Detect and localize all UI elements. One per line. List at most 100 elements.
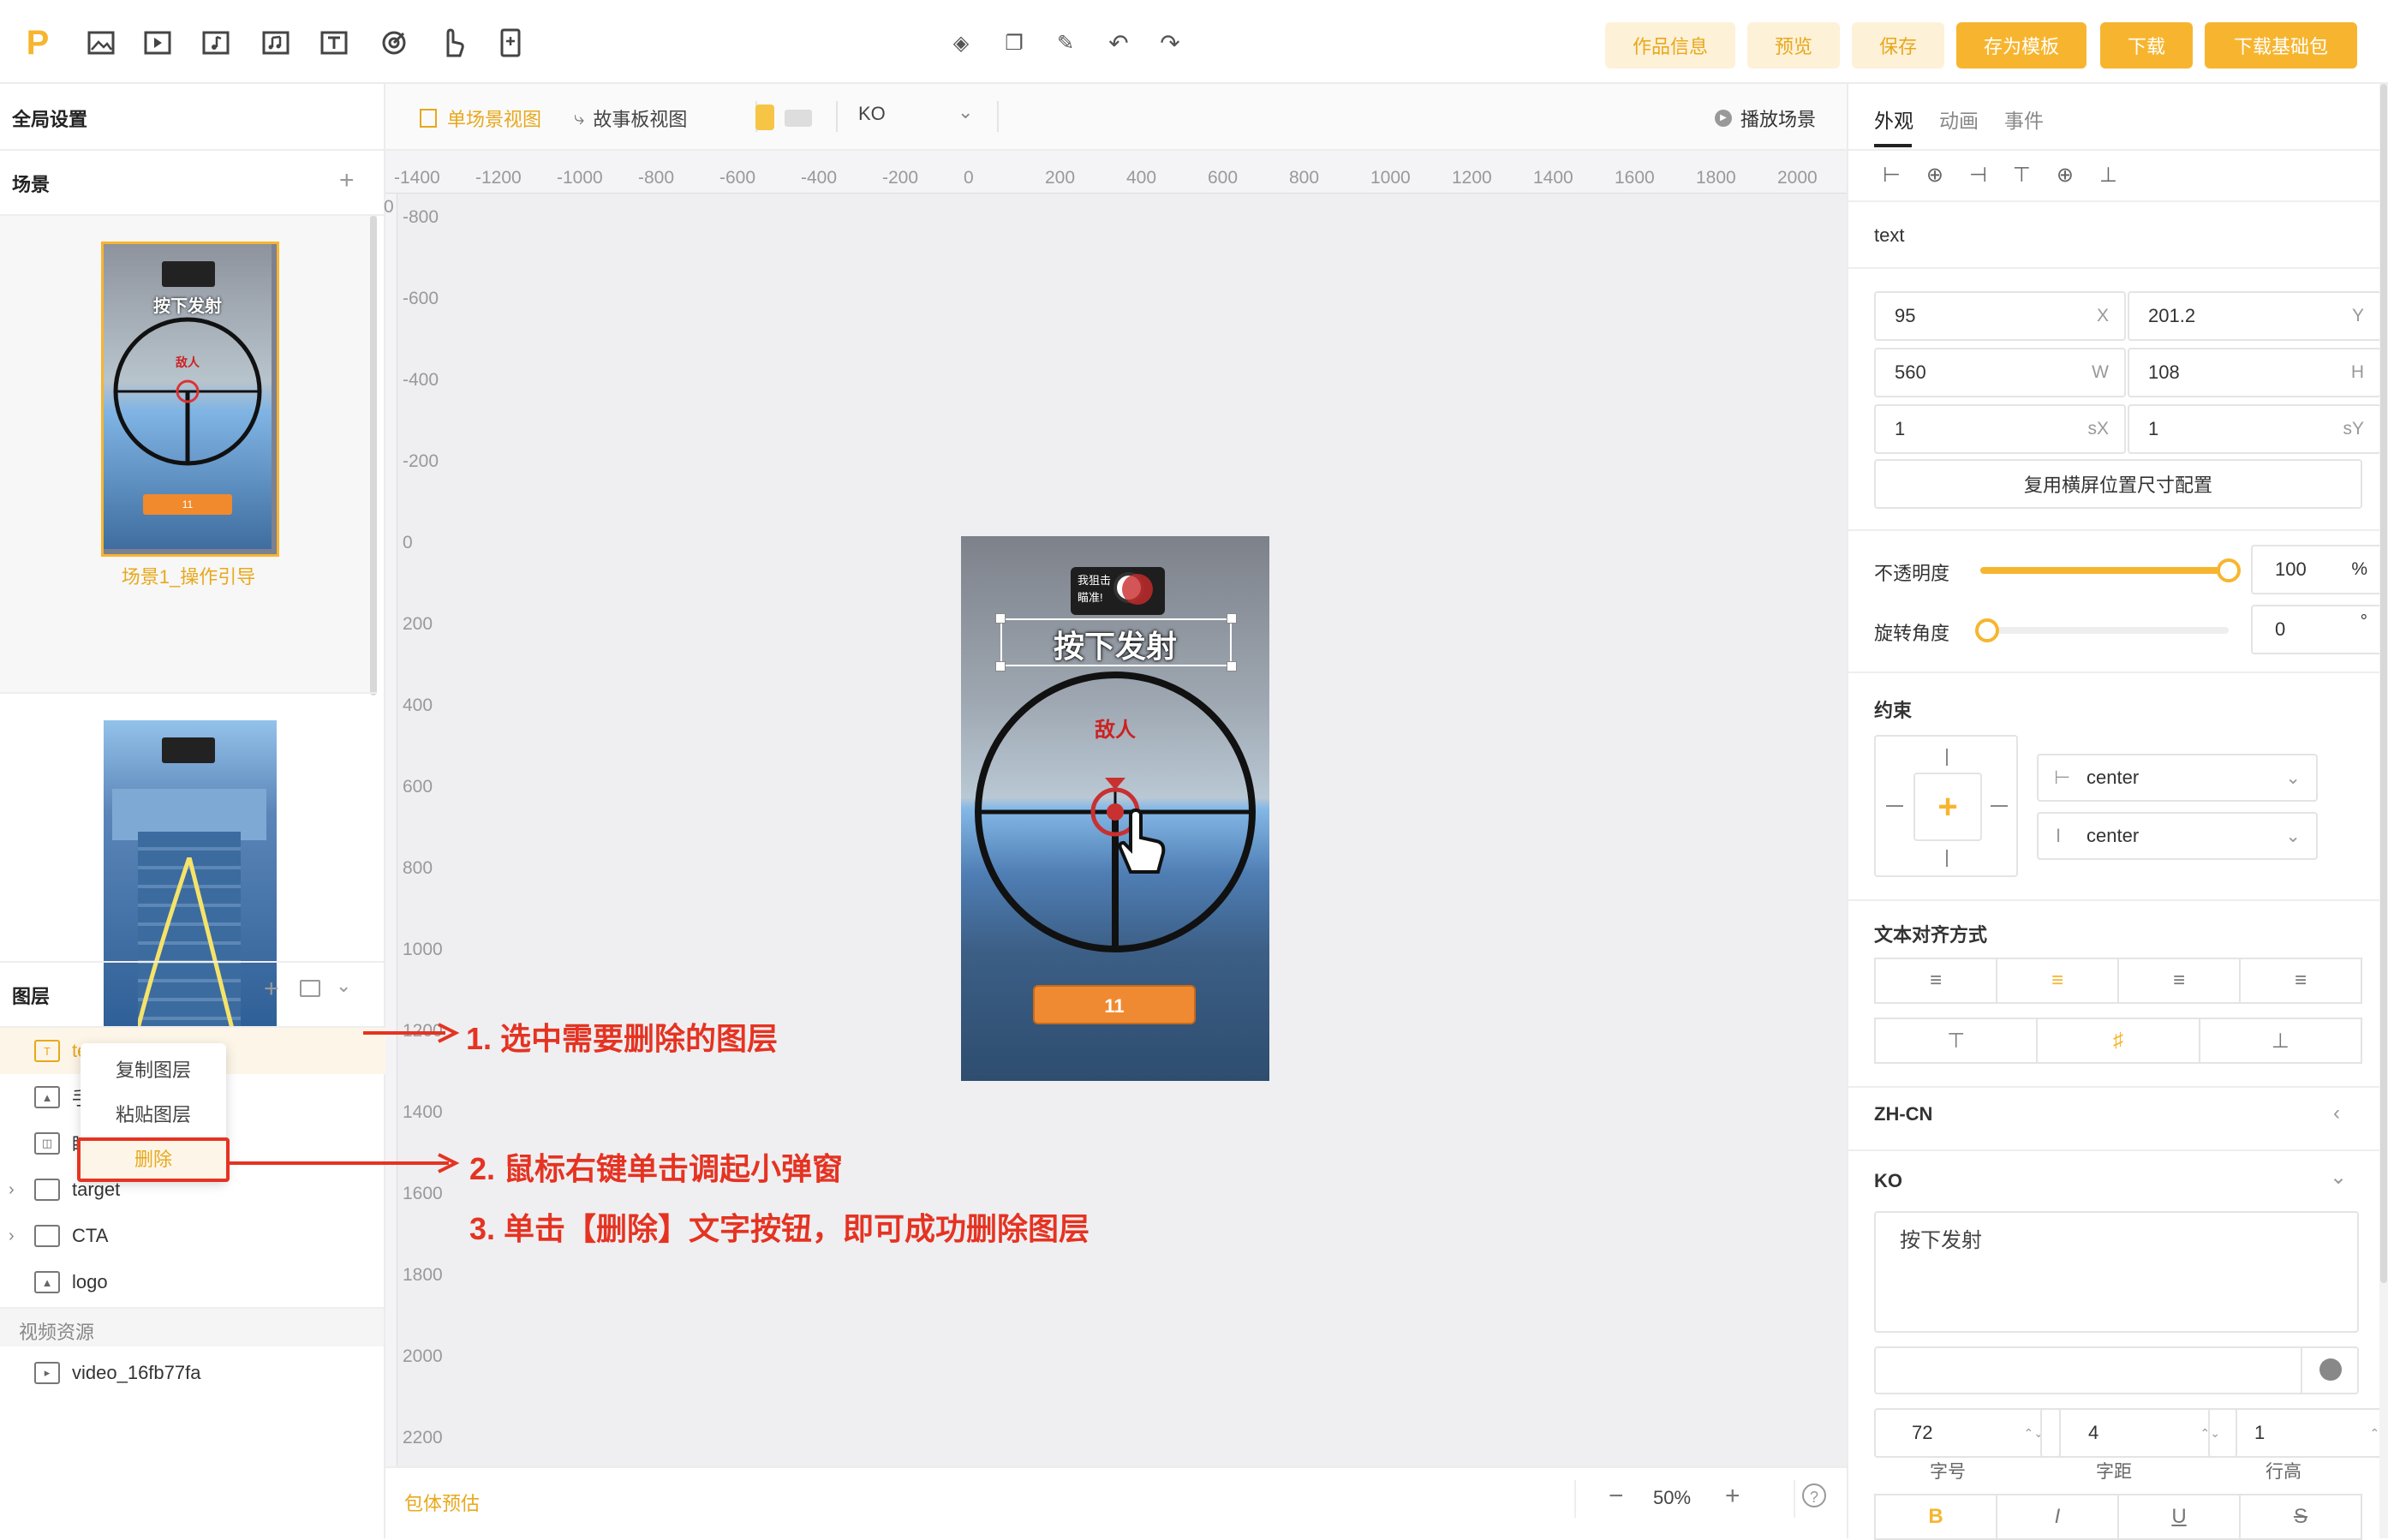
language-select[interactable]: KO ⌄ <box>858 101 1004 130</box>
rotation-slider[interactable] <box>1975 618 2229 642</box>
video-icon[interactable] <box>139 24 176 62</box>
x-input[interactable]: 95 X <box>1874 291 2126 341</box>
tab-appearance[interactable]: 外观 <box>1874 104 1913 134</box>
strike-button[interactable]: S <box>2241 1495 2361 1538</box>
opacity-input[interactable]: 100% <box>2251 545 2385 594</box>
chevron-down-icon[interactable]: ⌄ <box>2330 1165 2347 1190</box>
phone-icon[interactable] <box>492 24 529 62</box>
redo-icon[interactable]: ↷ <box>1151 24 1189 62</box>
constraint-v-select[interactable]: I center ⌄ <box>2037 812 2318 860</box>
music-icon[interactable] <box>257 24 295 62</box>
font-size-input[interactable]: 72 ⌃⌄ <box>1874 1408 2061 1458</box>
align-center-h-icon[interactable]: ⊕ <box>1926 164 1969 187</box>
align-right-icon[interactable]: ⊣ <box>1969 164 2013 187</box>
single-scene-view-tab[interactable]: 单场景视图 <box>420 104 541 132</box>
lang-zh-header[interactable]: ZH-CN <box>1874 1103 1932 1125</box>
reuse-landscape-button[interactable]: 复用横屏位置尺寸配置 <box>1874 459 2362 509</box>
copy-layer-item[interactable]: 复制图层 <box>81 1052 226 1089</box>
chevron-down-icon[interactable]: ⌄ <box>336 975 351 997</box>
copy-icon[interactable]: ❐ <box>995 24 1033 62</box>
align-top-icon[interactable]: ⊤ <box>2013 164 2057 187</box>
expand-icon[interactable]: › <box>9 1227 26 1246</box>
constraint-top-icon[interactable] <box>1946 749 1948 766</box>
portrait-toggle[interactable] <box>755 104 774 130</box>
opacity-slider[interactable] <box>1980 558 2241 582</box>
sx-input[interactable]: 1 sX <box>1874 404 2126 454</box>
text-content-textarea[interactable]: 按下发射 <box>1874 1211 2359 1333</box>
delete-layer-item[interactable]: 删除 <box>77 1137 230 1182</box>
text-align-center-icon[interactable]: ≡ <box>1997 959 2119 1002</box>
layer-row-logo[interactable]: ▲ logo <box>0 1259 418 1305</box>
stage-banner-text[interactable]: 按下发射 <box>961 622 1269 666</box>
stage-cta-button[interactable]: 11 <box>1033 985 1196 1024</box>
folder-icon[interactable] <box>300 980 320 997</box>
underline-button[interactable]: U <box>2119 1495 2241 1538</box>
sy-input[interactable]: 1 sY <box>2128 404 2381 454</box>
save-template-button[interactable]: 存为模板 <box>1956 22 2087 69</box>
target-icon[interactable] <box>375 24 413 62</box>
help-icon[interactable]: ? <box>1802 1483 1826 1507</box>
opacity-slider-thumb[interactable] <box>2217 558 2241 582</box>
tab-animation[interactable]: 动画 <box>1939 104 1979 134</box>
preview-button[interactable]: 预览 <box>1747 22 1840 69</box>
italic-button[interactable]: I <box>1997 1495 2119 1538</box>
stage-enemy-text[interactable]: 敌人 <box>961 713 1269 743</box>
text-align-left-icon[interactable]: ≡ <box>1876 959 1997 1002</box>
layer-row-cta[interactable]: › CTA <box>0 1213 392 1259</box>
w-input[interactable]: 560 W <box>1874 348 2126 397</box>
scrollbar-thumb[interactable] <box>2380 84 2387 1283</box>
rotation-input[interactable]: 0 ° <box>2251 605 2385 654</box>
align-bottom-icon[interactable]: ⊥ <box>2099 164 2143 187</box>
play-scene-button[interactable]: ▶ 播放场景 <box>1715 104 1816 132</box>
video-item[interactable]: ▸ video_16fb77fa <box>0 1350 418 1396</box>
storyboard-view-tab[interactable]: ⤷ 故事板视图 <box>574 104 687 132</box>
tag-icon[interactable]: ✎ <box>1047 24 1084 62</box>
lang-ko-header[interactable]: KO <box>1874 1170 1902 1192</box>
line-height-input[interactable]: 1⌃⌄ <box>2208 1408 2388 1458</box>
chevron-left-icon[interactable]: ‹ <box>2333 1101 2340 1125</box>
global-settings-title[interactable]: 全局设置 <box>12 104 87 132</box>
scene-thumbnail-2[interactable] <box>101 718 279 1033</box>
layers-icon[interactable]: ◈ <box>942 24 980 62</box>
add-layer-icon[interactable]: + <box>264 975 279 1004</box>
rotation-slider-thumb[interactable] <box>1975 618 1999 642</box>
zoom-in-button[interactable]: + <box>1725 1482 1740 1511</box>
download-base-button[interactable]: 下载基础包 <box>2205 22 2357 69</box>
tab-events[interactable]: 事件 <box>2004 104 2044 134</box>
scrollbar-thumb[interactable] <box>370 216 377 695</box>
constraint-h-select[interactable]: ⊢ center ⌄ <box>2037 754 2318 802</box>
package-estimate-link[interactable]: 包体预估 <box>404 1489 480 1516</box>
text-valign-middle-icon[interactable]: ♯ <box>2038 1019 2200 1062</box>
stage-phone[interactable]: 我狙击 瞄准! 按下发射 敌人 11 <box>961 536 1269 1081</box>
paste-layer-item[interactable]: 粘贴图层 <box>81 1096 226 1134</box>
text-align-justify-icon[interactable]: ≡ <box>2241 959 2361 1002</box>
download-button[interactable]: 下载 <box>2100 22 2193 69</box>
scene-label-1[interactable]: 场景1_操作引导 <box>0 562 377 589</box>
align-left-icon[interactable]: ⊢ <box>1883 164 1926 187</box>
palette-icon[interactable] <box>2319 1358 2342 1381</box>
constraint-left-icon[interactable] <box>1886 805 1903 807</box>
hand-icon[interactable] <box>433 24 471 62</box>
text-align-right-icon[interactable]: ≡ <box>2119 959 2241 1002</box>
hand-pointer-icon[interactable] <box>1112 809 1172 877</box>
audio-icon[interactable] <box>197 24 235 62</box>
h-input[interactable]: 108 H <box>2128 348 2381 397</box>
constraint-center-icon[interactable]: + <box>1913 773 1982 841</box>
color-input[interactable] <box>1874 1346 2359 1394</box>
text-icon[interactable] <box>315 24 353 62</box>
scene-thumbnail-1[interactable]: 按下发射 敌人 11 <box>101 242 279 557</box>
work-info-button[interactable]: 作品信息 <box>1605 22 1735 69</box>
save-button[interactable]: 保存 <box>1852 22 1944 69</box>
constraint-right-icon[interactable] <box>1991 805 2008 807</box>
text-valign-bottom-icon[interactable]: ⊥ <box>2200 1019 2361 1062</box>
expand-icon[interactable]: › <box>9 1180 26 1200</box>
bold-button[interactable]: B <box>1876 1495 1997 1538</box>
undo-icon[interactable]: ↶ <box>1100 24 1137 62</box>
landscape-toggle[interactable] <box>785 110 812 127</box>
align-center-v-icon[interactable]: ⊕ <box>2057 164 2099 187</box>
add-scene-icon[interactable]: + <box>339 166 355 195</box>
text-valign-top-icon[interactable]: ⊤ <box>1876 1019 2039 1062</box>
y-input[interactable]: 201.2 Y <box>2128 291 2381 341</box>
zoom-out-button[interactable]: − <box>1609 1482 1624 1511</box>
image-icon[interactable] <box>82 24 120 62</box>
